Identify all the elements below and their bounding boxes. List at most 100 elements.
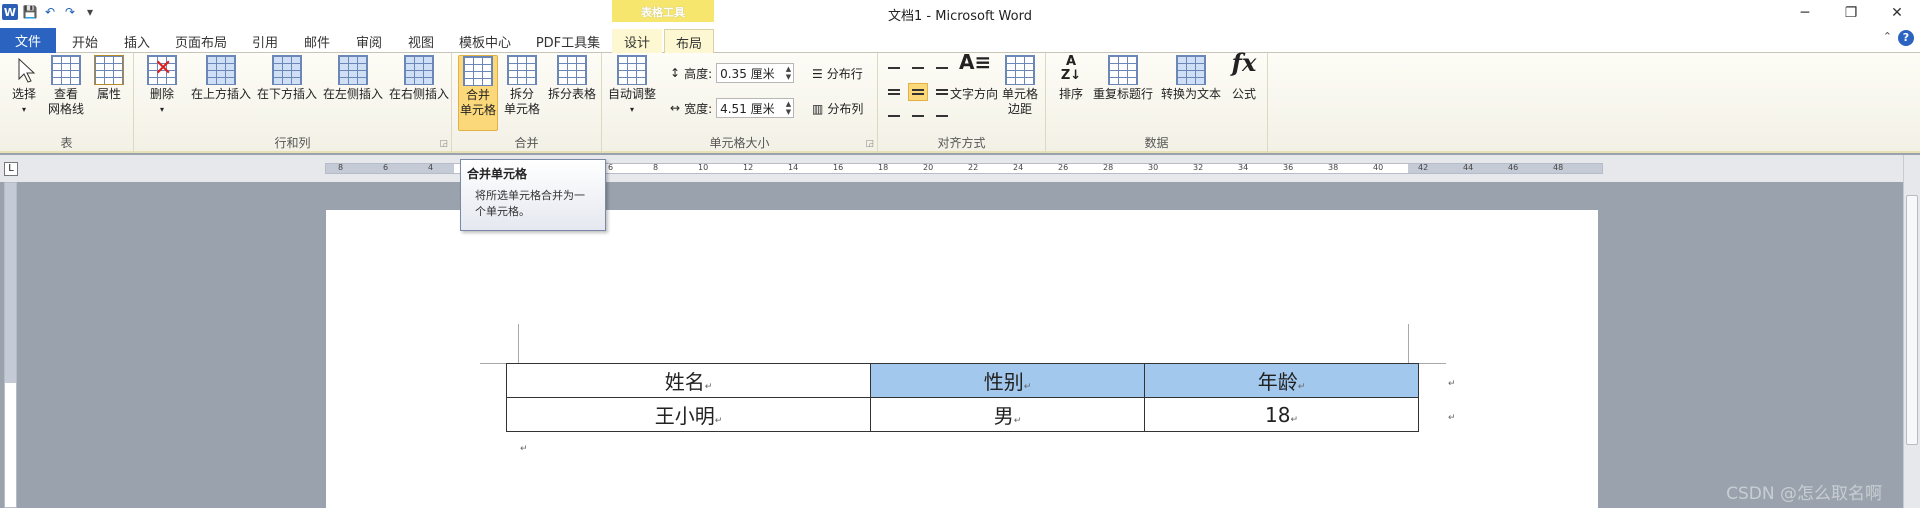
close-button[interactable]: ✕ xyxy=(1874,0,1920,26)
width-input[interactable]: 4.51 厘米 ▲ ▼ xyxy=(716,98,795,118)
tab-selector-icon[interactable]: L xyxy=(4,162,18,176)
formula-button[interactable]: fx 公式 xyxy=(1226,51,1262,102)
properties-button[interactable]: 属性 xyxy=(92,55,126,102)
ruler-number: 4 xyxy=(428,163,434,172)
scrollbar-thumb[interactable] xyxy=(1906,195,1918,445)
insert-right-label: 在右侧插入 xyxy=(388,87,449,101)
vertical-scrollbar[interactable] xyxy=(1903,155,1920,508)
ruler-number: 36 xyxy=(1283,163,1294,172)
group-label-data: 数据 xyxy=(1144,136,1169,150)
tab-review[interactable]: 审阅 xyxy=(350,29,388,53)
collapse-ribbon-icon[interactable]: ⌃ xyxy=(1883,30,1892,43)
vertical-ruler[interactable] xyxy=(4,182,17,508)
merge-cells-button[interactable]: 合并 单元格 xyxy=(458,55,498,131)
merge-label-2: 单元格 xyxy=(459,103,496,117)
table-cell[interactable]: 姓名↵ xyxy=(506,363,871,398)
align-bottom-center-button[interactable] xyxy=(908,107,928,125)
tab-home[interactable]: 开始 xyxy=(66,29,104,53)
distribute-rows-label: 分布行 xyxy=(826,67,863,81)
delete-label: 删除 xyxy=(149,87,174,101)
tab-references[interactable]: 引用 xyxy=(246,29,284,53)
select-button[interactable]: 选择 ▾ xyxy=(8,55,40,117)
group-merge: 合并 单元格 拆分 单元格 拆分表格 合并 xyxy=(452,53,602,153)
tab-layout[interactable]: 布局 xyxy=(664,29,714,54)
group-label-alignment: 对齐方式 xyxy=(937,136,986,150)
document-page[interactable]: 姓名↵ 性别↵ 年龄↵ 王小明↵ 男↵ 18↵ ↵ ↵ ↵ xyxy=(326,210,1598,508)
autofit-label: 自动调整 xyxy=(607,87,656,101)
sort-button[interactable]: A Z↓ 排序 xyxy=(1056,55,1086,102)
distribute-rows-button[interactable]: ☰ 分布行 xyxy=(812,65,863,82)
help-icon[interactable]: ? xyxy=(1898,30,1914,46)
insert-below-button[interactable]: 在下方插入 xyxy=(256,55,318,102)
document-area: 姓名↵ 性别↵ 年龄↵ 王小明↵ 男↵ 18↵ ↵ ↵ ↵ xyxy=(18,182,1902,508)
align-top-left-button[interactable] xyxy=(884,59,904,77)
insert-above-label: 在上方插入 xyxy=(190,87,251,101)
group-label-merge: 合并 xyxy=(514,136,539,150)
insert-left-icon xyxy=(338,55,368,85)
text-direction-button[interactable]: A≡ 文字方向 xyxy=(948,52,1000,102)
minimize-button[interactable]: ─ xyxy=(1782,0,1828,26)
insert-above-icon xyxy=(206,55,236,85)
group-table: 选择 ▾ 查看 网格线 属性 表 xyxy=(0,53,134,153)
table-cell[interactable]: 性别↵ xyxy=(870,363,1145,398)
align-bottom-right-button[interactable] xyxy=(932,107,952,125)
autofit-icon xyxy=(617,55,647,85)
merge-label-1: 合并 xyxy=(465,88,490,102)
gridlines-icon xyxy=(51,55,81,85)
distribute-cols-button[interactable]: ▥ 分布列 xyxy=(812,100,863,117)
autofit-button[interactable]: 自动调整 ▾ xyxy=(606,55,658,117)
sort-az-icon: A Z↓ xyxy=(1060,54,1082,83)
ruler-number: 24 xyxy=(1013,163,1024,172)
split-cells-button[interactable]: 拆分 单元格 xyxy=(502,55,542,117)
group-data: A Z↓ 排序 重复标题行 转换为文本 fx 公式 数据 xyxy=(1046,51,1268,153)
alignment-grid xyxy=(884,59,952,125)
gridlines-label-1: 查看 xyxy=(53,87,78,101)
rows-columns-launcher-icon[interactable]: ◲ xyxy=(439,139,448,149)
title-bar: W 💾 ↶ ↷ ▾ 表格工具 文档1 - Microsoft Word ─ ❐ … xyxy=(0,0,1920,26)
table-cell[interactable]: 年龄↵ xyxy=(1144,363,1419,398)
tab-view[interactable]: 视图 xyxy=(402,29,440,53)
tab-template-center[interactable]: 模板中心 xyxy=(454,29,516,53)
formula-label: 公式 xyxy=(1231,87,1256,101)
convert-to-text-button[interactable]: 转换为文本 xyxy=(1158,55,1224,102)
split-table-button[interactable]: 拆分表格 xyxy=(546,55,598,102)
insert-right-button[interactable]: 在右侧插入 xyxy=(388,55,450,102)
tab-mailings[interactable]: 邮件 xyxy=(298,29,336,53)
restore-button[interactable]: ❐ xyxy=(1828,0,1874,26)
align-middle-center-button[interactable] xyxy=(908,83,928,101)
insert-left-button[interactable]: 在左侧插入 xyxy=(322,55,384,102)
insert-left-label: 在左侧插入 xyxy=(322,87,383,101)
watermark: CSDN @怎么取名啊 xyxy=(1726,484,1882,504)
cell-size-launcher-icon[interactable]: ◲ xyxy=(865,139,874,149)
tab-file[interactable]: 文件 xyxy=(0,28,56,53)
tab-design[interactable]: 设计 xyxy=(612,29,662,53)
tab-pdf-tools[interactable]: PDF工具集 xyxy=(530,29,606,53)
delete-button[interactable]: ✕ 删除 ▾ xyxy=(144,55,180,117)
view-gridlines-button[interactable]: 查看 网格线 xyxy=(46,55,86,117)
distribute-cols-label: 分布列 xyxy=(827,102,864,116)
align-top-center-button[interactable] xyxy=(908,59,928,77)
table-row: 王小明↵ 男↵ 18↵ xyxy=(506,397,1419,432)
table-properties-icon xyxy=(94,55,124,85)
height-input[interactable]: 0.35 厘米 ▲ ▼ xyxy=(716,63,795,83)
table-cell[interactable]: 王小明↵ xyxy=(506,397,871,432)
cell-margins-button[interactable]: 单元格 边距 xyxy=(1000,55,1040,117)
tab-page-layout[interactable]: 页面布局 xyxy=(170,29,232,53)
delete-table-icon: ✕ xyxy=(147,55,177,85)
convert-to-text-icon xyxy=(1176,55,1206,85)
split-label-2: 单元格 xyxy=(503,102,540,116)
ruler-number: 18 xyxy=(878,163,889,172)
height-label: 高度: xyxy=(684,66,713,81)
insert-above-button[interactable]: 在上方插入 xyxy=(190,55,252,102)
table-cell[interactable]: 18↵ xyxy=(1144,397,1419,432)
table-cell[interactable]: 男↵ xyxy=(870,397,1145,432)
align-middle-left-button[interactable] xyxy=(884,83,904,101)
ruler-number: 48 xyxy=(1553,163,1564,172)
align-bottom-left-button[interactable] xyxy=(884,107,904,125)
data-table[interactable]: 姓名↵ 性别↵ 年龄↵ 王小明↵ 男↵ 18↵ xyxy=(506,363,1419,432)
repeat-header-icon xyxy=(1108,55,1138,85)
text-direction-label: 文字方向 xyxy=(949,87,998,101)
repeat-header-button[interactable]: 重复标题行 xyxy=(1090,55,1156,102)
tab-insert[interactable]: 插入 xyxy=(118,29,156,53)
group-label-rows-columns: 行和列 xyxy=(274,136,311,150)
